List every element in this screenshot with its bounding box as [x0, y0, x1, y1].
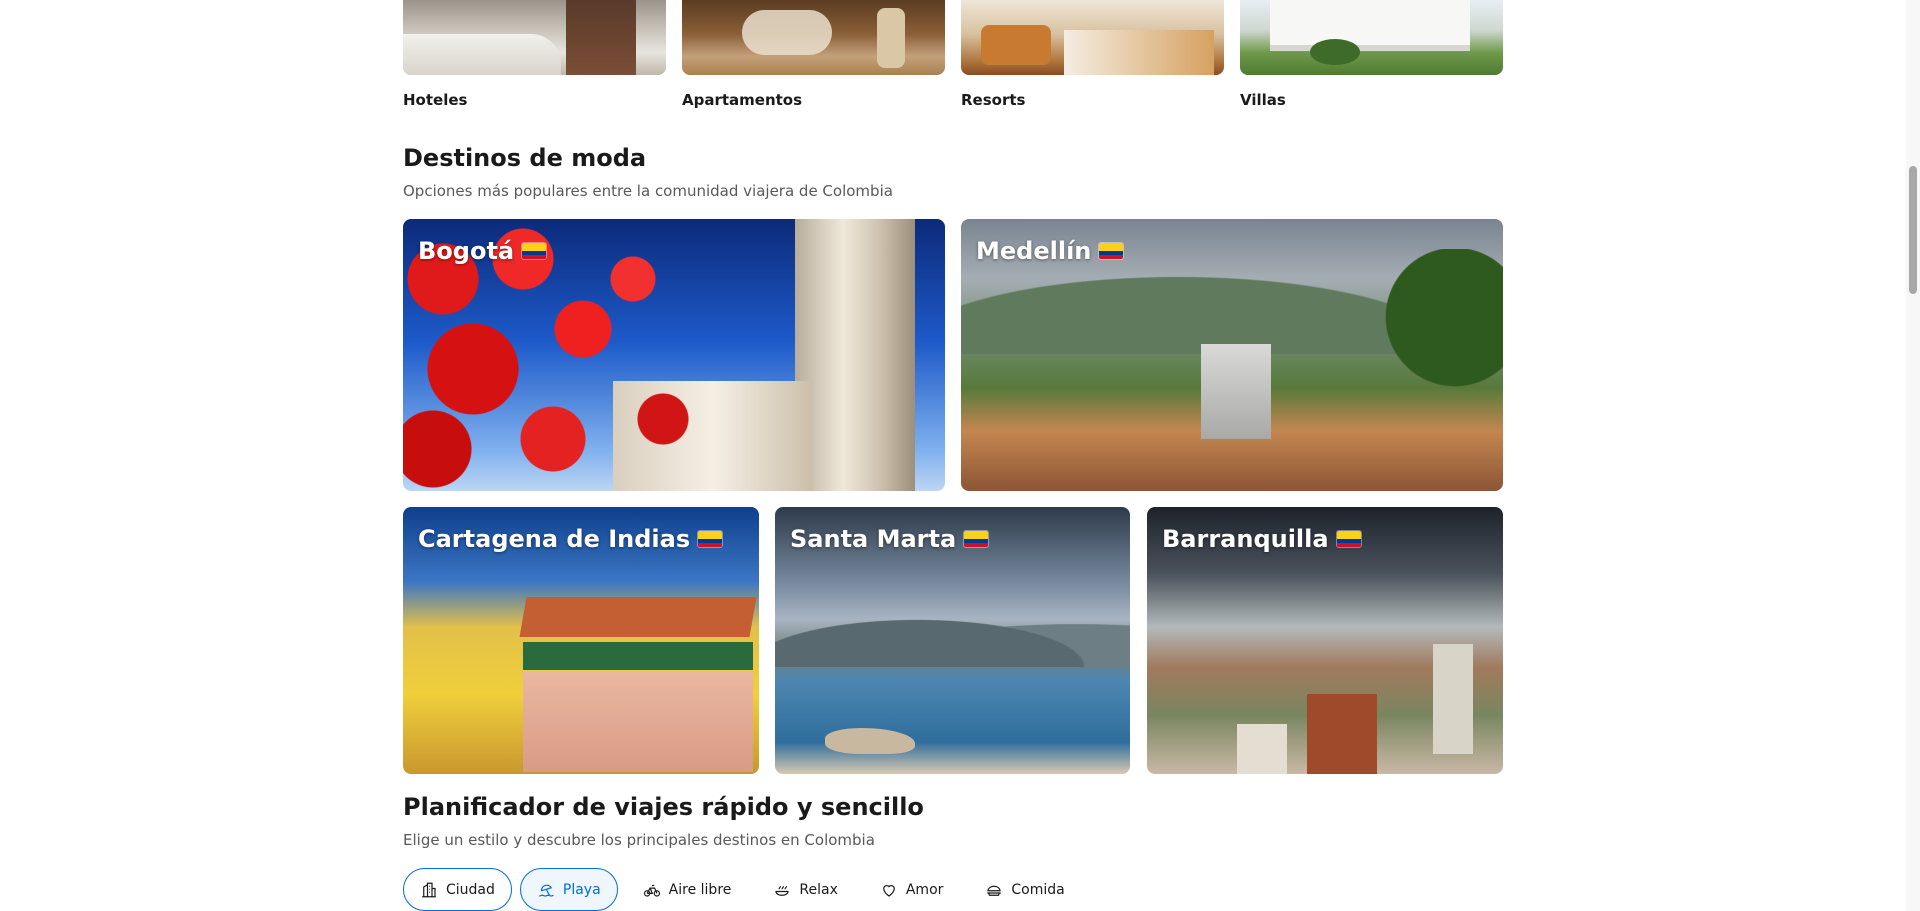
destination-name-text: Barranquilla — [1162, 525, 1329, 553]
heart-icon — [883, 884, 895, 897]
property-type-label: Apartamentos — [682, 91, 803, 109]
chip-playa[interactable]: Playa — [519, 868, 618, 911]
scrollbar-thumb[interactable] — [1909, 166, 1917, 294]
destination-card-barranquilla[interactable]: Barranquilla — [1147, 507, 1503, 774]
spa-icon — [775, 885, 789, 896]
hotel-image — [403, 0, 666, 75]
chip-label: Playa — [562, 881, 601, 898]
property-type-apartments[interactable]: Apartamentos — [682, 0, 945, 109]
planner-subtitle: Elige un estilo y descubre los principal… — [403, 831, 875, 849]
property-type-label: Hoteles — [403, 91, 468, 109]
apartment-image — [682, 0, 945, 75]
colombia-flag-icon — [964, 531, 989, 547]
trending-title: Destinos de moda — [403, 144, 647, 172]
property-type-villas[interactable]: Villas — [1240, 0, 1503, 109]
page: Hoteles Apartamentos Resorts Villas Dest… — [0, 0, 1920, 911]
destination-name: Medellín — [976, 237, 1124, 265]
destination-name-text: Cartagena de Indias — [418, 525, 691, 553]
chip-ciudad[interactable]: Ciudad — [403, 868, 512, 911]
cathedral-tower — [795, 219, 915, 491]
destination-card-bogota[interactable]: Bogotá — [403, 219, 945, 491]
chip-aire-libre[interactable]: Aire libre — [626, 868, 749, 911]
building — [1237, 724, 1287, 774]
building — [1307, 694, 1377, 774]
mountains — [775, 607, 1130, 667]
city-icon — [422, 882, 436, 897]
property-type-label: Resorts — [961, 91, 1026, 109]
destination-name-text: Santa Marta — [790, 525, 957, 553]
tree — [1383, 249, 1503, 419]
colonial-facade — [523, 672, 753, 772]
destination-card-medellin[interactable]: Medellín — [961, 219, 1503, 491]
destination-name: Bogotá — [418, 237, 547, 265]
building — [1433, 644, 1473, 754]
tile-roof — [519, 597, 757, 637]
destination-name-text: Medellín — [976, 237, 1092, 265]
chip-amor[interactable]: Amor — [863, 868, 961, 911]
colombia-flag-icon — [522, 243, 547, 259]
chip-label: Ciudad — [446, 881, 495, 898]
colombia-flag-icon — [698, 531, 723, 547]
page-scrollbar[interactable] — [1906, 0, 1920, 911]
destination-card-cartagena[interactable]: Cartagena de Indias — [403, 507, 759, 774]
planner-title: Planificador de viajes rápido y sencillo — [403, 793, 924, 821]
villa-image — [1240, 0, 1503, 75]
building — [1201, 344, 1271, 439]
bicycle-icon — [643, 884, 660, 897]
colombia-flag-icon — [1099, 243, 1124, 259]
destination-name: Santa Marta — [790, 525, 989, 553]
beach-icon — [539, 884, 554, 897]
chip-label: Relax — [799, 881, 838, 898]
chip-label: Amor — [905, 881, 944, 898]
property-type-resorts[interactable]: Resorts — [961, 0, 1224, 109]
chip-comida[interactable]: Comida — [968, 868, 1081, 911]
property-type-label: Villas — [1240, 91, 1286, 109]
trip-style-chips: Ciudad Playa Aire libre Relax Amor Comid… — [403, 868, 1082, 911]
chip-label: Aire libre — [668, 881, 732, 898]
destination-name-text: Bogotá — [418, 237, 515, 265]
food-icon — [987, 885, 1002, 896]
property-types-row: Hoteles Apartamentos Resorts Villas — [403, 0, 1503, 109]
chip-label: Comida — [1011, 881, 1065, 898]
trending-subtitle: Opciones más populares entre la comunida… — [403, 182, 893, 200]
colombia-flag-icon — [1336, 531, 1361, 547]
resort-image — [961, 0, 1224, 75]
destination-card-santa-marta[interactable]: Santa Marta — [775, 507, 1130, 774]
chip-relax[interactable]: Relax — [756, 868, 854, 911]
property-type-hotels[interactable]: Hoteles — [403, 0, 666, 109]
destination-name: Barranquilla — [1162, 525, 1361, 553]
balcony — [523, 642, 753, 670]
destination-name: Cartagena de Indias — [418, 525, 723, 553]
